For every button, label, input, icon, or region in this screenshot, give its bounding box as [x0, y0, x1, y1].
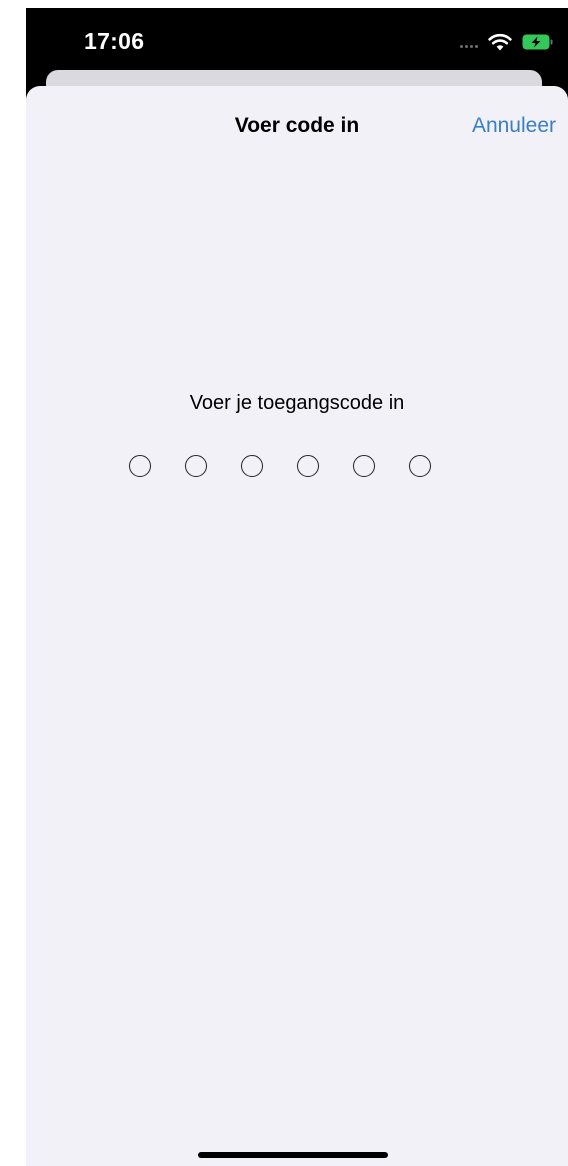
passcode-dot: [409, 455, 431, 477]
passcode-dot: [297, 455, 319, 477]
signal-dots-icon: [460, 44, 478, 48]
battery-charging-icon: [522, 34, 553, 50]
status-bar: 17:06: [26, 8, 568, 78]
home-indicator[interactable]: [198, 1152, 388, 1158]
wifi-icon: [488, 33, 512, 51]
passcode-dot: [241, 455, 263, 477]
status-icons: [460, 30, 554, 54]
passcode-dot: [353, 455, 375, 477]
passcode-dots[interactable]: [129, 455, 431, 477]
device-frame: 17:06 Voer code in Annuleer Voer je toeg…: [0, 0, 568, 1166]
status-time: 17:06: [84, 28, 145, 54]
passcode-prompt: Voer je toegangscode in: [189, 392, 405, 414]
cancel-button[interactable]: Annuleer: [472, 114, 556, 138]
screen: 17:06 Voer code in Annuleer Voer je toeg…: [26, 8, 568, 1166]
passcode-dot: [129, 455, 151, 477]
passcode-sheet: Voer code in Annuleer Voer je toegangsco…: [26, 86, 568, 1166]
passcode-dot: [185, 455, 207, 477]
